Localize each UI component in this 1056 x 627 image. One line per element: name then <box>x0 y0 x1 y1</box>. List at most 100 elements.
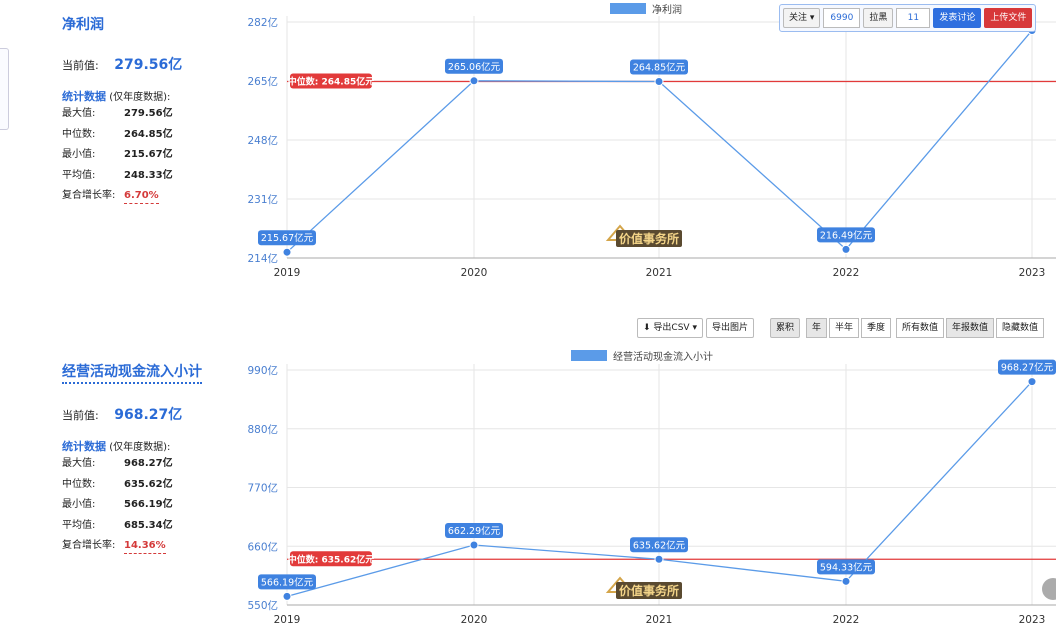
stat-label: 中位数: <box>62 128 96 140</box>
data-point[interactable] <box>469 76 479 86</box>
data-label: 662.29亿元 <box>445 523 503 539</box>
current-value-row: 当前值: 279.56亿 <box>62 54 232 74</box>
stat-label: 最大值: <box>62 458 96 469</box>
data-label-text: 968.27亿元 <box>1001 362 1054 374</box>
x-tick-label: 2023 <box>1019 267 1046 279</box>
watermark-text: 价值事务所 <box>619 231 679 246</box>
legend-swatch <box>610 3 646 14</box>
legend-label: 净利润 <box>652 3 682 16</box>
stat-row-cagr: 复合增长率: 14.36% <box>62 536 232 557</box>
median-label-text: 中位数: 264.85亿元 <box>288 76 374 88</box>
data-label: 264.85亿元 <box>630 59 688 75</box>
stats-panel-operating-cash-inflow: 经营活动现金流入小计 当前值: 968.27亿 统计数据 (仅年度数据): 最大… <box>62 361 232 557</box>
stats-header-title: 统计数据 <box>62 90 106 103</box>
stock-action-toolbar: 关注 ▾ 6990 拉黑 11 发表讨论 上传文件 <box>779 4 1037 32</box>
y-tick-label: 214亿 <box>247 252 278 265</box>
x-tick-label: 2022 <box>833 614 860 626</box>
stat-row-average: 平均值: 685.34亿 <box>62 516 232 537</box>
stat-label: 最大值: <box>62 108 96 119</box>
data-point[interactable] <box>841 576 851 586</box>
value-filter-group: 所有数值 年报数值 隐藏数值 <box>896 318 1045 338</box>
y-tick-label: 660亿 <box>247 540 278 553</box>
stat-row-max: 最大值: 968.27亿 <box>62 454 232 475</box>
metric-title[interactable]: 净利润 <box>62 14 104 34</box>
data-label: 566.19亿元 <box>258 574 316 590</box>
export-csv-button[interactable]: ⬇ 导出CSV ▾ <box>637 318 703 338</box>
block-button[interactable]: 拉黑 <box>863 8 894 28</box>
period-halfyear-button[interactable]: 半年 <box>829 318 860 338</box>
y-tick-label: 265亿 <box>247 75 278 88</box>
watermark: 价值事务所 <box>605 224 682 247</box>
stat-value: 248.33亿 <box>124 169 173 181</box>
y-tick-label: 282亿 <box>247 16 278 29</box>
data-label: 635.62亿元 <box>630 537 688 553</box>
stat-label: 平均值: <box>62 169 96 181</box>
data-label: 215.67亿元 <box>258 230 316 246</box>
data-label-text: 594.33亿元 <box>820 561 873 573</box>
stat-value: 566.19亿 <box>124 499 173 510</box>
data-point[interactable] <box>654 77 664 87</box>
stat-value: 6.70% <box>124 189 159 204</box>
follow-label: 关注 <box>789 13 808 23</box>
median-label: 中位数: 264.85亿元 <box>288 73 374 89</box>
watermark: 价值事务所 <box>605 576 682 599</box>
follow-count: 6990 <box>823 8 861 28</box>
x-tick-label: 2021 <box>646 614 673 626</box>
data-label-text: 215.67亿元 <box>261 232 314 244</box>
export-image-button[interactable]: 导出图片 <box>705 318 754 338</box>
stat-row-median: 中位数: 635.62亿 <box>62 475 232 496</box>
stat-label: 最小值: <box>62 149 96 160</box>
data-label-text: 216.49亿元 <box>820 229 873 241</box>
period-toggle-group: 年 半年 季度 <box>806 318 892 338</box>
legend-swatch <box>571 350 607 361</box>
stats-panel-net-profit: 净利润 当前值: 279.56亿 统计数据 (仅年度数据): 最大值: 279.5… <box>62 14 232 207</box>
stats-header: 统计数据 (仅年度数据): <box>62 438 232 454</box>
x-tick-label: 2020 <box>461 267 488 279</box>
hide-values-button[interactable]: 隐藏数值 <box>996 318 1045 338</box>
y-tick-label: 770亿 <box>247 482 278 495</box>
data-point[interactable] <box>282 591 292 601</box>
data-label-text: 264.85亿元 <box>633 62 686 74</box>
data-point[interactable] <box>282 247 292 257</box>
stat-value: 215.67亿 <box>124 149 173 160</box>
post-discussion-button[interactable]: 发表讨论 <box>933 8 982 28</box>
y-tick-label: 550亿 <box>247 599 278 612</box>
stat-value: 279.56亿 <box>124 108 173 119</box>
data-point[interactable] <box>654 554 664 564</box>
data-point[interactable] <box>841 244 851 254</box>
data-label: 594.33亿元 <box>817 559 875 575</box>
period-quarter-button[interactable]: 季度 <box>861 318 892 338</box>
current-label: 当前值: <box>62 59 99 72</box>
annual-values-button[interactable]: 年报数值 <box>946 318 995 338</box>
metric-title[interactable]: 经营活动现金流入小计 <box>62 361 202 384</box>
net-profit-chart: 净利润 282亿 265亿 248亿 231亿 214亿 2019 2020 2021 2022 2… <box>247 3 1056 279</box>
y-tick-label: 990亿 <box>247 364 278 377</box>
follow-button[interactable]: 关注 ▾ <box>783 8 821 28</box>
x-tick-label: 2021 <box>646 267 673 279</box>
all-values-button[interactable]: 所有数值 <box>896 318 945 338</box>
data-label-text: 635.62亿元 <box>633 539 686 551</box>
stat-value: 635.62亿 <box>124 478 173 490</box>
stat-value: 14.36% <box>124 539 166 554</box>
side-drawer-tab[interactable] <box>0 48 9 130</box>
data-label: 216.49亿元 <box>817 227 875 243</box>
export-toolbar: ⬇ 导出CSV ▾ 导出图片 <box>637 318 754 338</box>
legend[interactable]: 经营活动现金流入小计 <box>571 350 713 363</box>
cumulative-toggle: 累积 <box>770 318 801 338</box>
legend[interactable]: 净利润 <box>610 3 682 16</box>
cumulative-button[interactable]: 累积 <box>770 318 801 338</box>
x-tick-label: 2019 <box>274 614 301 626</box>
data-point[interactable] <box>1027 377 1037 387</box>
period-year-button[interactable]: 年 <box>806 318 828 338</box>
data-label-text: 662.29亿元 <box>448 525 501 537</box>
stat-label: 平均值: <box>62 519 96 531</box>
stats-header-note: (仅年度数据): <box>109 442 171 453</box>
current-value-row: 当前值: 968.27亿 <box>62 404 232 424</box>
stat-row-average: 平均值: 248.33亿 <box>62 166 232 187</box>
upload-file-button[interactable]: 上传文件 <box>984 8 1033 28</box>
stats-header-note: (仅年度数据): <box>109 92 171 103</box>
data-point[interactable] <box>469 540 479 550</box>
x-tick-label: 2023 <box>1019 614 1046 626</box>
x-tick-label: 2019 <box>274 267 301 279</box>
stats-header-title: 统计数据 <box>62 440 106 453</box>
